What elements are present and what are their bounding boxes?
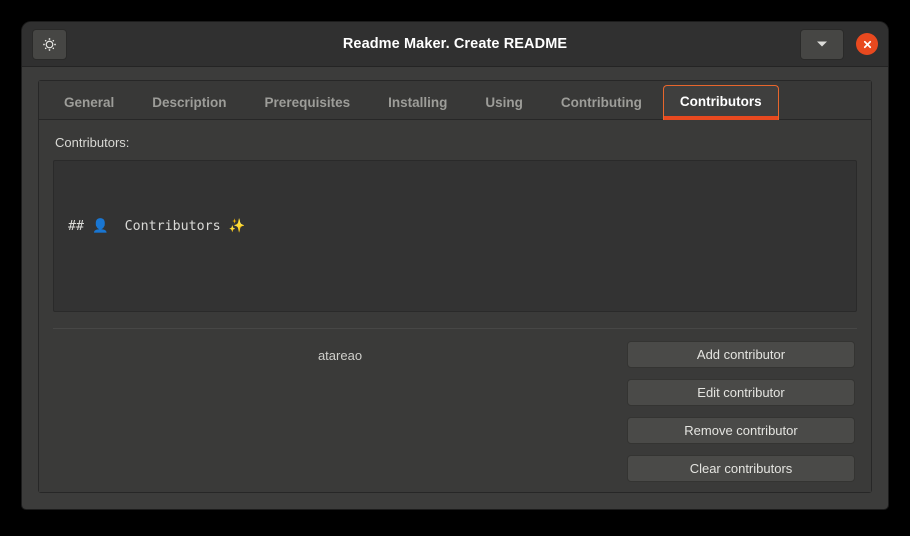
tab-panel-contributors: Contributors: ## 👤 Contributors ✨ Thanks… xyxy=(39,120,871,492)
remove-contributor-button[interactable]: Remove contributor xyxy=(627,417,855,444)
titlebar-dropdown-button[interactable] xyxy=(800,28,844,60)
editor-line1-prefix: ## xyxy=(68,219,93,235)
title-bar: Readme Maker. Create README xyxy=(22,22,888,67)
chevron-down-icon xyxy=(816,40,828,48)
tab-prerequisites[interactable]: Prerequisites xyxy=(248,86,368,120)
close-button[interactable] xyxy=(856,33,878,55)
contributors-list[interactable]: atareao xyxy=(53,341,627,366)
add-contributor-button[interactable]: Add contributor xyxy=(627,341,855,368)
editor-line1-middle: Contributors xyxy=(108,219,229,235)
tab-installing[interactable]: Installing xyxy=(371,86,464,120)
window-title: Readme Maker. Create README xyxy=(342,36,568,52)
application-window: Readme Maker. Create README General Desc… xyxy=(22,22,888,509)
editor-line-blank xyxy=(68,281,842,303)
person-emoji-icon: 👤 xyxy=(92,219,109,235)
titlebar-controls xyxy=(800,28,878,60)
tab-bar: General Description Prerequisites Instal… xyxy=(39,81,871,120)
tab-contributors[interactable]: Contributors xyxy=(662,85,779,120)
tab-contributing[interactable]: Contributing xyxy=(544,86,659,120)
contributors-textarea[interactable]: ## 👤 Contributors ✨ Thanks goes to these… xyxy=(53,160,857,312)
tab-using[interactable]: Using xyxy=(468,86,540,120)
clear-contributors-button[interactable]: Clear contributors xyxy=(627,455,855,482)
contributors-section: atareao Add contributor Edit contributor… xyxy=(53,329,857,482)
edit-contributor-button[interactable]: Edit contributor xyxy=(627,379,855,406)
contributor-actions: Add contributor Edit contributor Remove … xyxy=(627,341,855,482)
app-menu-button[interactable] xyxy=(32,28,67,60)
notebook: General Description Prerequisites Instal… xyxy=(38,80,872,493)
editor-line-1: ## 👤 Contributors ✨ xyxy=(68,216,842,238)
sparkles-emoji-icon: ✨ xyxy=(228,219,246,235)
contributors-field-label: Contributors: xyxy=(55,135,130,150)
close-icon xyxy=(862,39,873,50)
gear-icon xyxy=(41,36,58,53)
tab-description[interactable]: Description xyxy=(135,86,243,120)
tab-general[interactable]: General xyxy=(47,86,131,120)
list-item[interactable]: atareao xyxy=(310,345,370,366)
